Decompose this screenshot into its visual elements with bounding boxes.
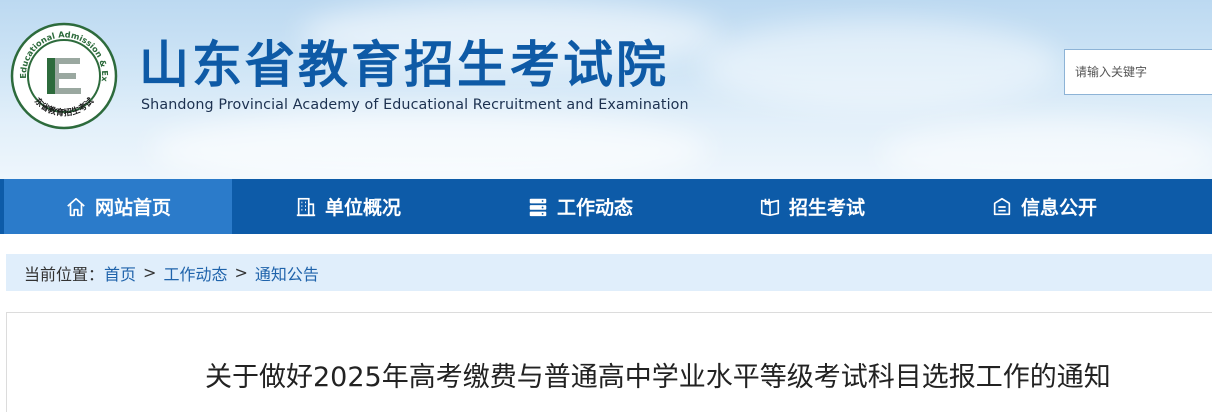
- nav-item-news[interactable]: 工作动态: [464, 179, 696, 234]
- banner-cloud: [150, 110, 710, 179]
- academy-logo[interactable]: Shandong Educational Admission & Examina…: [10, 22, 118, 130]
- search-input[interactable]: [1065, 50, 1205, 94]
- server-icon: [529, 198, 547, 216]
- site-subtitle: Shandong Provincial Academy of Education…: [141, 97, 689, 113]
- banner-cloud: [880, 120, 1212, 179]
- nav-item-exams[interactable]: 招生考试: [696, 179, 928, 234]
- search-box[interactable]: [1064, 49, 1212, 95]
- nav-item-label: 网站首页: [94, 197, 171, 219]
- nav-item-label: 信息公开: [1020, 197, 1097, 219]
- breadcrumb-separator: >: [143, 263, 157, 282]
- book-icon: [760, 198, 780, 216]
- breadcrumb-link-news[interactable]: 工作动态: [163, 261, 227, 285]
- nav-item-home[interactable]: 网站首页: [0, 179, 232, 234]
- home-icon: [67, 197, 85, 216]
- banner-cloud: [700, 20, 1060, 110]
- article-title: 关于做好2025年高考缴费与普通高中学业水平等级考试科目选报工作的通知: [205, 362, 1111, 393]
- main-nav: 网站首页 单位概况 工作动态 招生考试 信息公开: [0, 179, 1212, 234]
- breadcrumb-prefix: 当前位置：: [24, 264, 105, 284]
- inbox-icon: [993, 197, 1011, 215]
- article-panel: 关于做好2025年高考缴费与普通高中学业水平等级考试科目选报工作的通知: [6, 312, 1212, 412]
- nav-item-about[interactable]: 单位概况: [232, 179, 464, 234]
- nav-item-label: 单位概况: [324, 197, 401, 219]
- building-icon: [296, 197, 316, 216]
- header-banner: Shandong Educational Admission & Examina…: [0, 0, 1212, 179]
- breadcrumb-link-notices[interactable]: 通知公告: [255, 261, 319, 285]
- breadcrumb-link-home[interactable]: 首页: [104, 261, 136, 285]
- nav-item-disclosure[interactable]: 信息公开: [928, 179, 1160, 234]
- breadcrumb: 当前位置： 首页 > 工作动态 > 通知公告: [6, 254, 1212, 291]
- breadcrumb-separator: >: [234, 263, 248, 282]
- nav-item-label: 工作动态: [556, 197, 633, 219]
- nav-item-label: 招生考试: [788, 197, 865, 219]
- site-title: 山东省教育招生考试院: [139, 36, 669, 94]
